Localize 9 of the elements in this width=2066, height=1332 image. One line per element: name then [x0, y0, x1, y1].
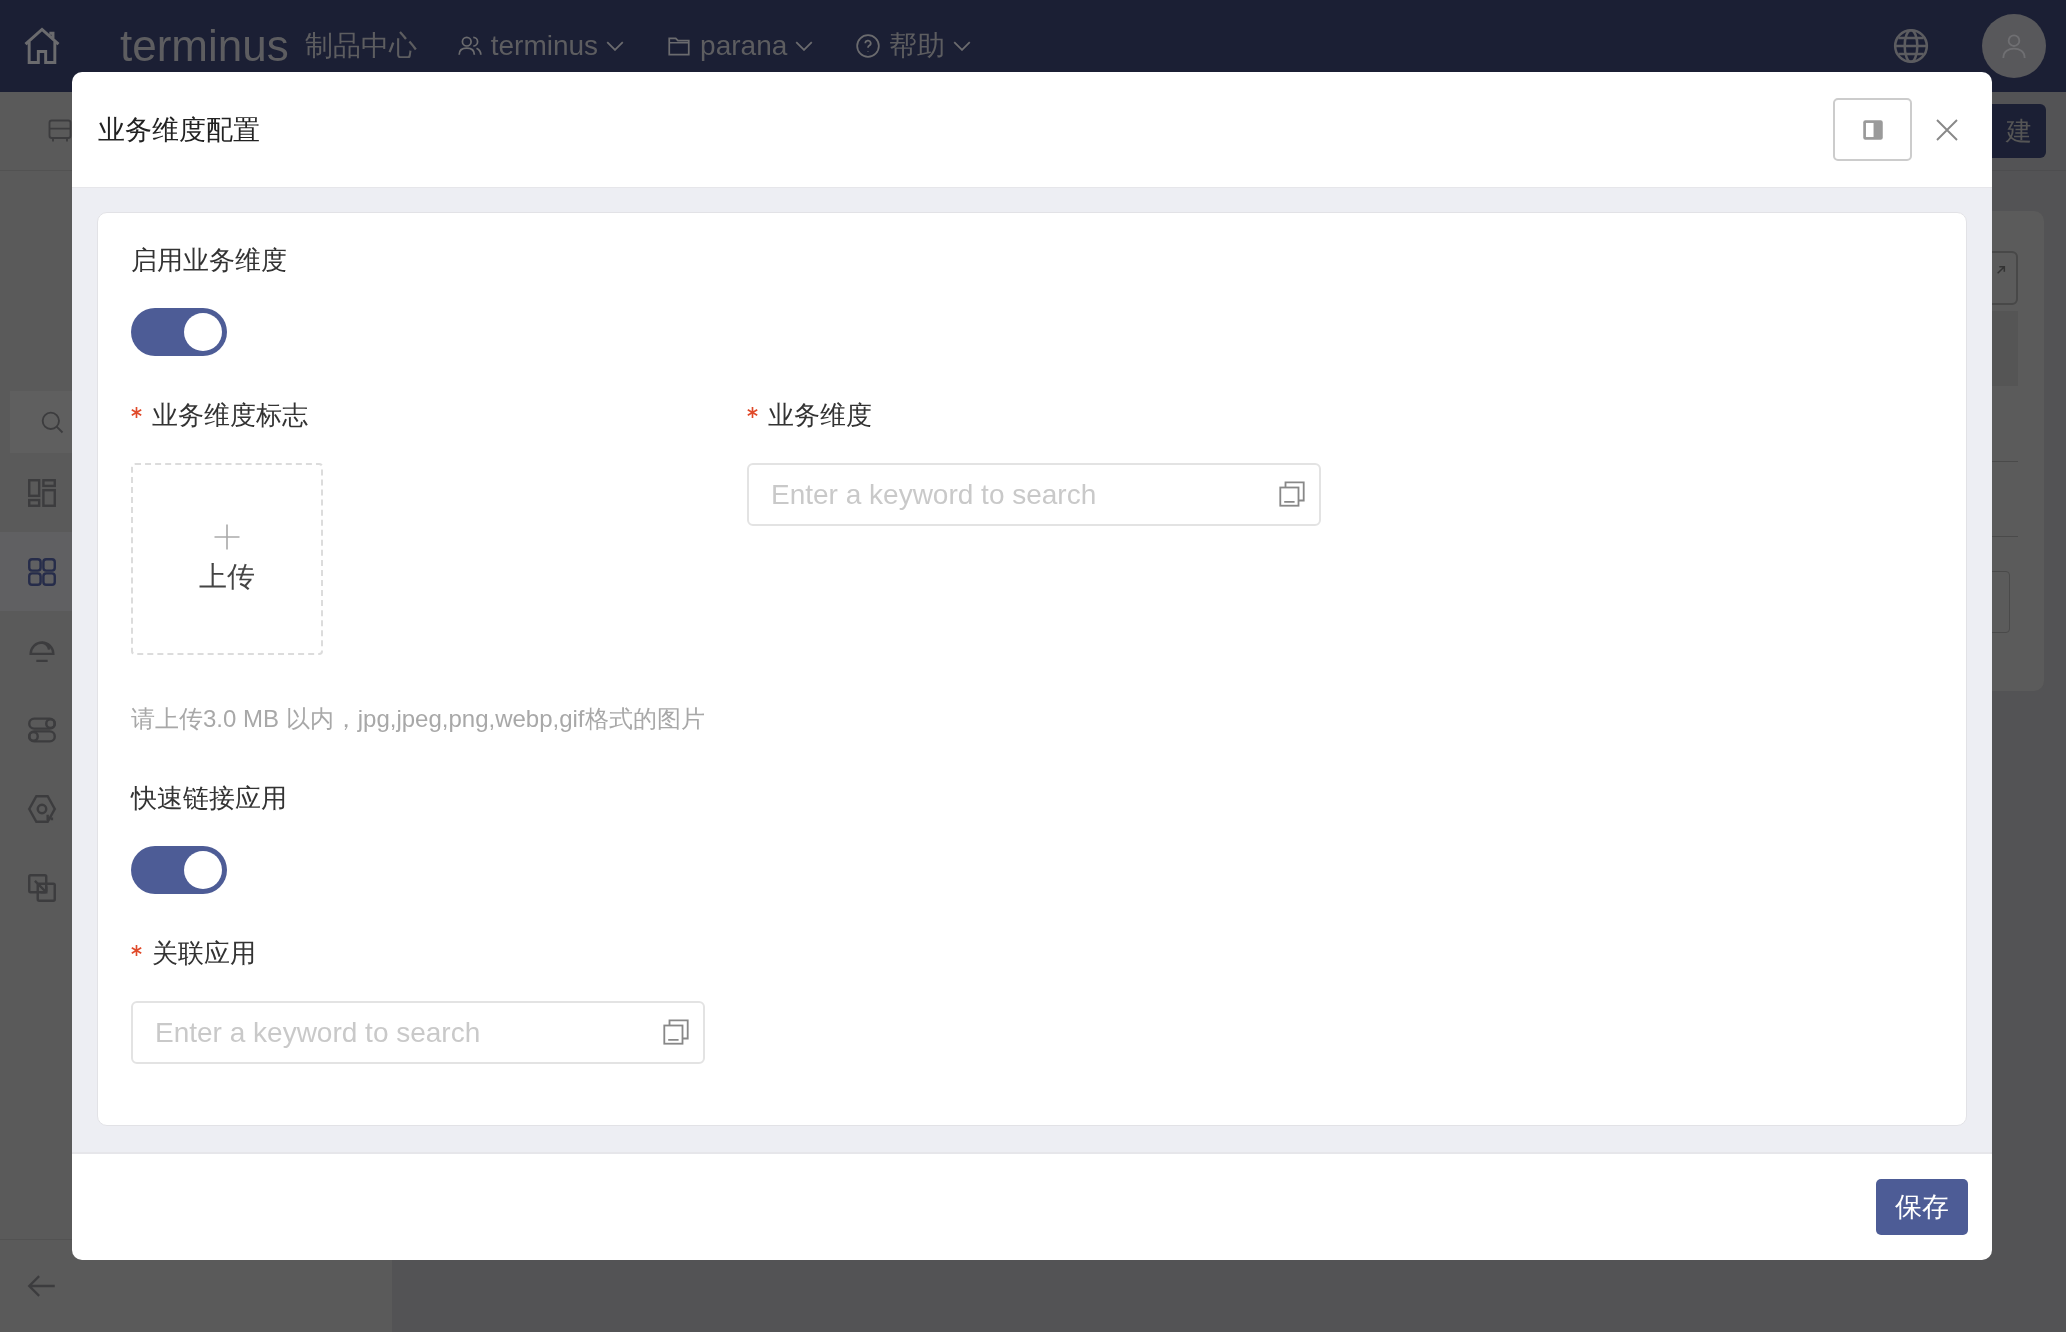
upload-hint: 请上传3.0 MB 以内，jpg,jpeg,png,webp,gif格式的图片	[131, 704, 705, 734]
field-label: 关联应用	[152, 937, 256, 970]
dialog-title: 业务维度配置	[98, 113, 260, 147]
logo: terminus	[120, 21, 289, 71]
field-label: 启用业务维度	[131, 244, 287, 277]
field-label: 业务维度	[768, 399, 872, 432]
product-title: 制品中心	[304, 29, 417, 63]
field-label: 快速链接应用	[131, 782, 287, 815]
field-label: 业务维度标志	[152, 399, 308, 432]
